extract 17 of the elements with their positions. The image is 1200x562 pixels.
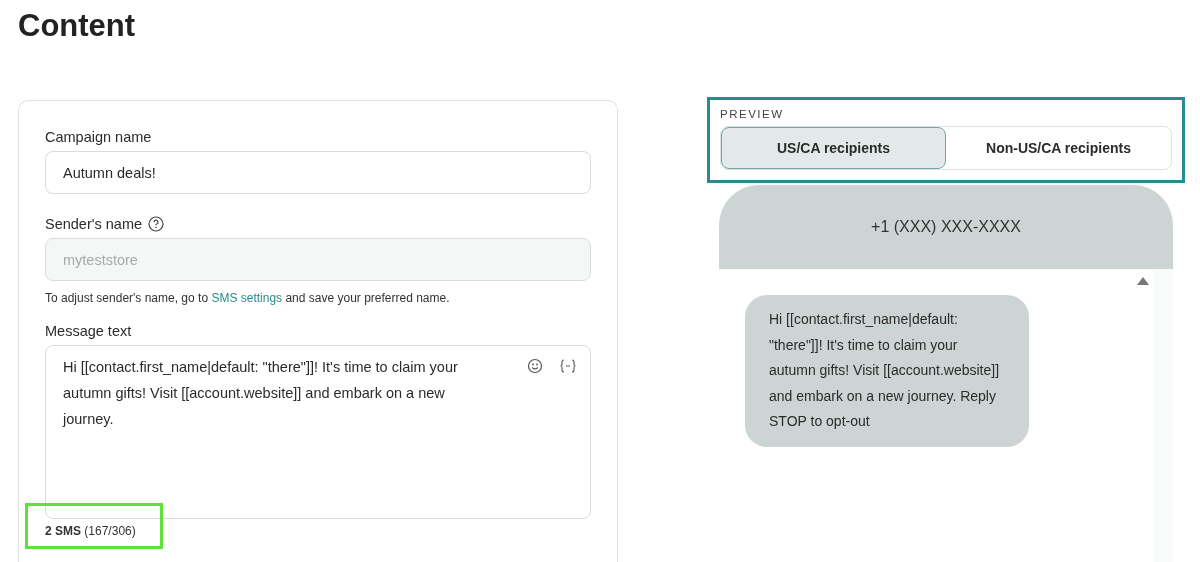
message-field[interactable]: Hi [[contact.first_name|default: "there"]]! It's time to claim your autumn gifts! Visit [[account.website]] and embark on a new journey. <box>45 345 591 519</box>
hint-text: To adjust sender's name, go to SMS settings and save your preferred name. <box>45 291 451 305</box>
message-bubble: Hi [[contact.first_name|default: "there"]]! It's time to claim your autumn gifts! Visit [[account.website]] and embark on a new journey. Reply STOP to opt-out <box>745 295 1029 447</box>
help-icon[interactable] <box>148 216 165 232</box>
page-title: Content <box>17 7 137 45</box>
field-label: Campaign name <box>45 129 153 145</box>
variables-icon[interactable] <box>559 359 577 373</box>
scroll-up-icon[interactable] <box>1137 277 1149 285</box>
sms-settings-link[interactable]: SMS settings <box>211 291 283 305</box>
recipient-tab[interactable]: US/CA recipients <box>721 127 946 169</box>
phone-number: +1 (XXX) XXX-XXXX <box>871 218 1021 236</box>
field-label: Sender's name <box>45 216 143 232</box>
preview-label: PREVIEW <box>720 108 785 120</box>
campaign-name-field[interactable]: Autumn deals! <box>45 151 591 194</box>
emoji-icon[interactable] <box>527 358 543 374</box>
field-label: Message text <box>45 323 133 339</box>
sms-counter: 2 SMS (167/306) <box>45 524 136 538</box>
